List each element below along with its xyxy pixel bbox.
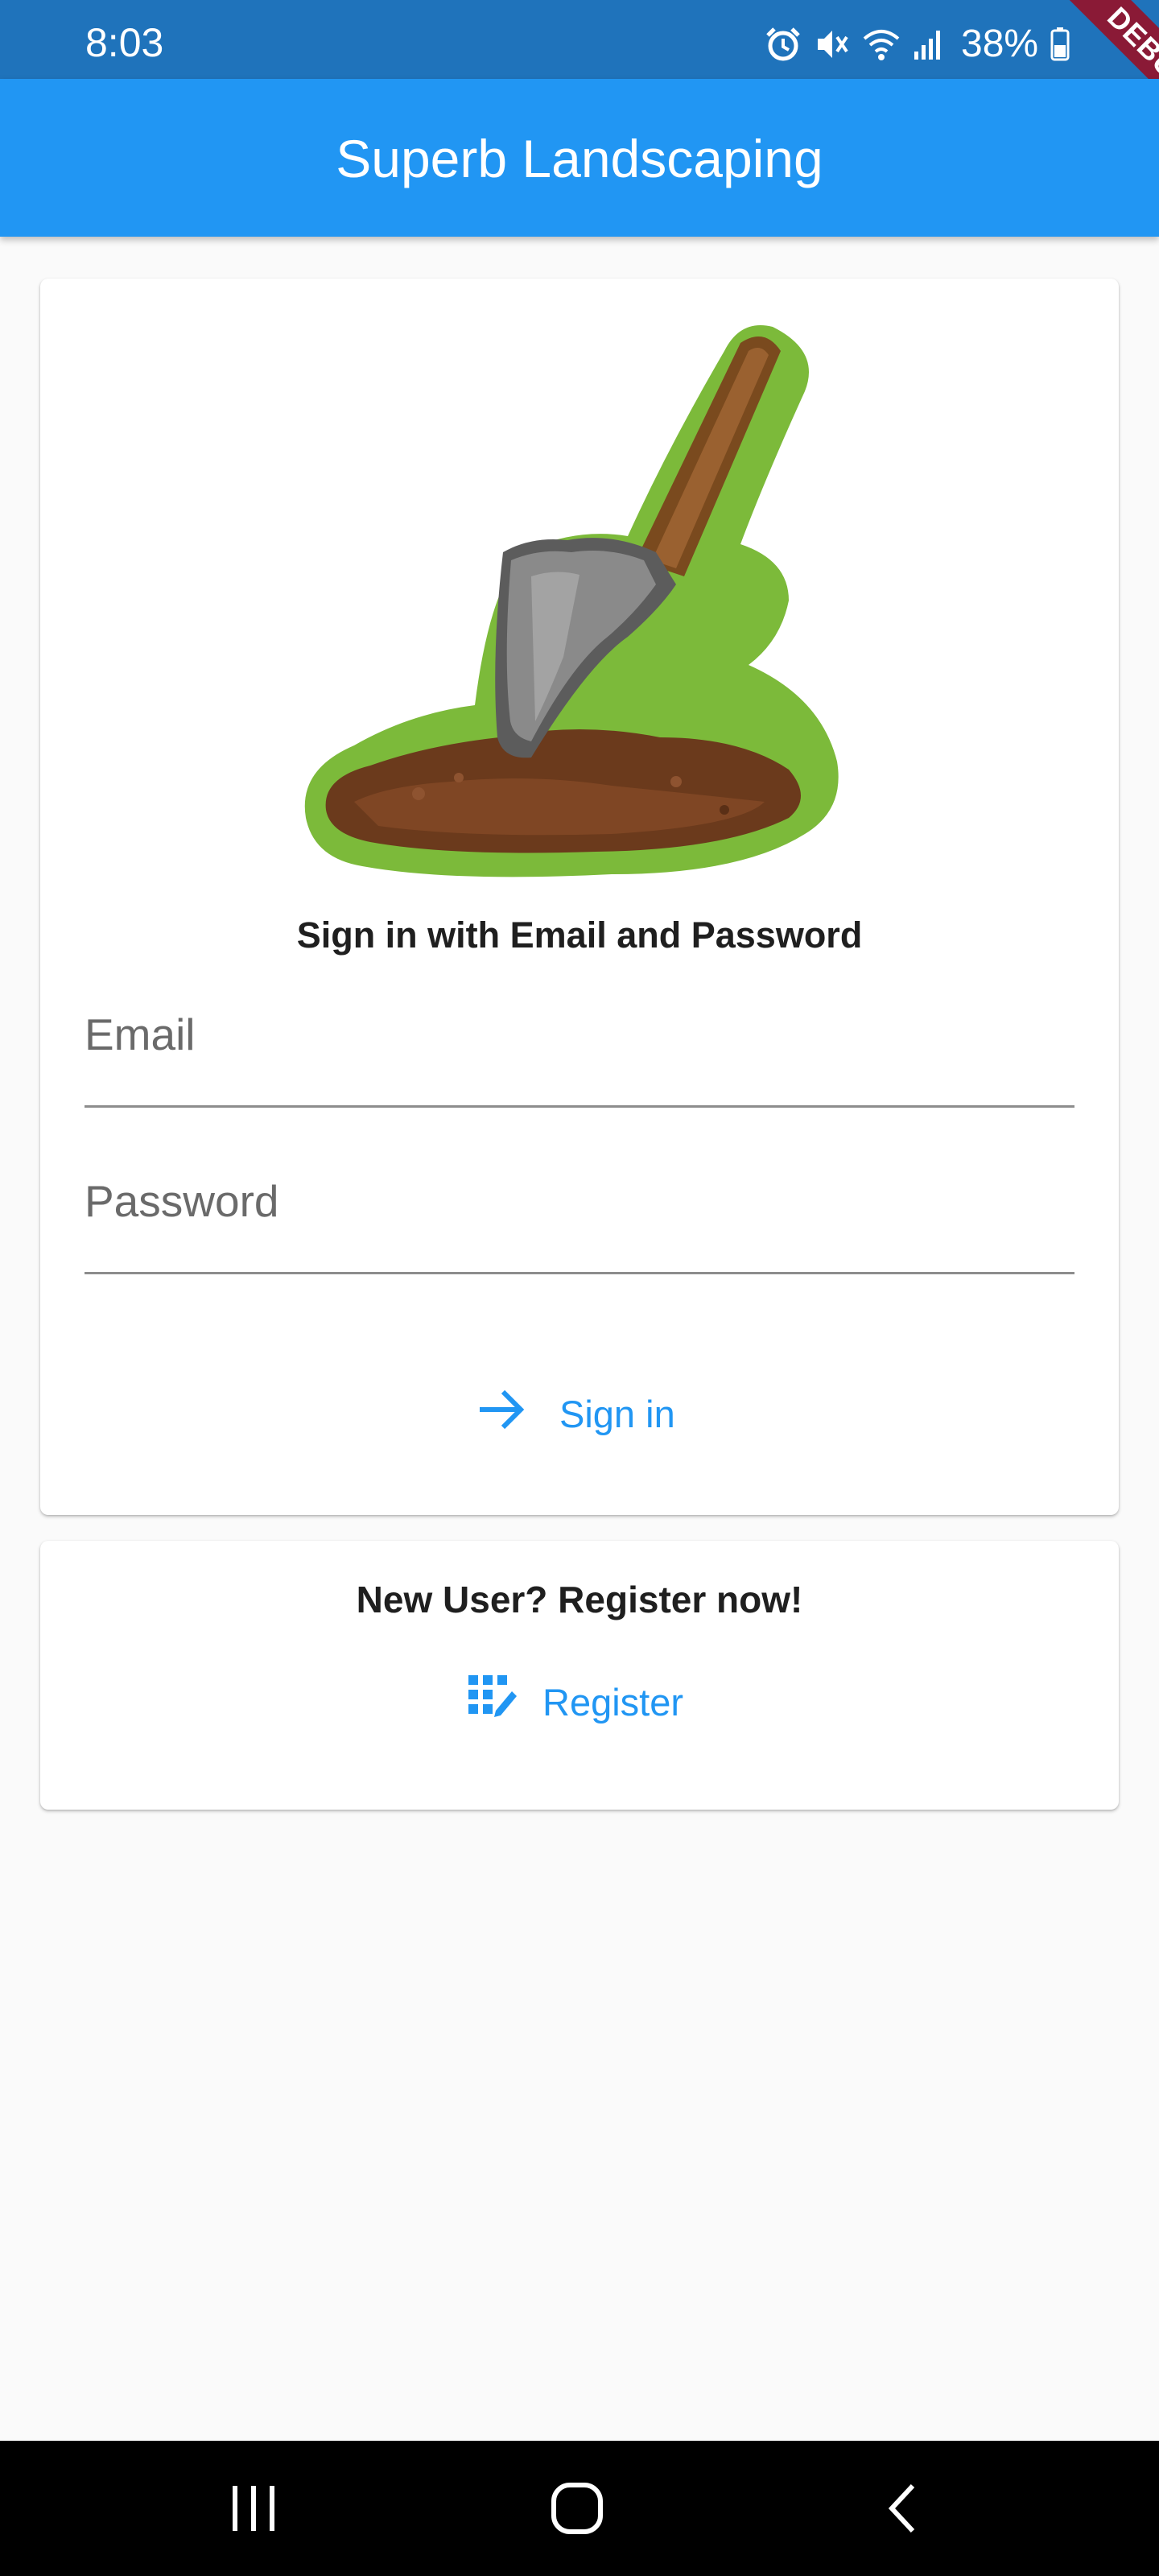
battery-icon: [1050, 26, 1070, 63]
signin-button[interactable]: Sign in: [479, 1373, 675, 1454]
arrow-forward-icon: [479, 1387, 527, 1441]
signin-heading: Sign in with Email and Password: [296, 914, 863, 956]
email-field[interactable]: [85, 995, 1074, 1108]
alarm-icon: [765, 26, 802, 63]
status-time: 8:03: [85, 20, 164, 65]
wifi-icon: [861, 26, 901, 63]
status-bar: 8:03 38%: [0, 0, 1159, 79]
app-registration-icon: [467, 1674, 518, 1731]
status-icons: 38%: [765, 24, 1070, 64]
shovel-logo: [290, 319, 869, 910]
register-heading: New User? Register now!: [356, 1579, 803, 1620]
signin-button-label: Sign in: [559, 1392, 675, 1435]
email-field-container: [85, 995, 1074, 1108]
recents-icon[interactable]: [229, 2481, 278, 2540]
password-field-container: [85, 1162, 1074, 1274]
system-nav-bar: [0, 2441, 1159, 2576]
app-title: Superb Landscaping: [336, 129, 823, 188]
app-bar: Superb Landscaping: [0, 79, 1159, 237]
password-field[interactable]: [85, 1162, 1074, 1274]
back-icon[interactable]: [884, 2481, 919, 2540]
register-button[interactable]: Register: [467, 1662, 683, 1742]
signal-icon: [913, 26, 945, 63]
signin-card: Sign in with Email and Password Sign in: [40, 279, 1119, 1515]
register-button-label: Register: [542, 1680, 684, 1724]
mute-icon: [813, 26, 850, 63]
register-card: New User? Register now! Register: [40, 1541, 1119, 1810]
battery-percent: 38%: [961, 23, 1039, 65]
home-icon[interactable]: [550, 2481, 604, 2540]
